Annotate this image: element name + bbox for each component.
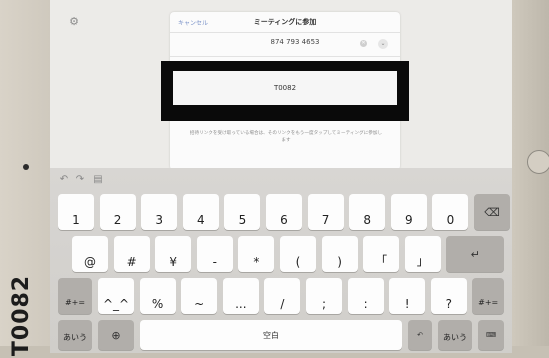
- key-label: ...: [235, 297, 247, 311]
- globe-key[interactable]: ⊕: [98, 320, 134, 350]
- key-symbol[interactable]: @: [72, 236, 108, 272]
- key-label: #+=: [478, 298, 499, 307]
- key-label: %: [151, 297, 164, 311]
- key-symbol[interactable]: -: [196, 236, 233, 272]
- paste-icon[interactable]: ▤: [92, 174, 104, 186]
- key-symbol[interactable]: 」: [404, 236, 441, 272]
- redo-icon[interactable]: ↷: [74, 174, 86, 186]
- key-symbol[interactable]: !: [389, 278, 426, 314]
- device-label: T0082: [4, 274, 40, 355]
- key-label: 「: [375, 254, 388, 268]
- key-symbol[interactable]: ?: [430, 278, 467, 314]
- undo-key[interactable]: ↶: [408, 320, 432, 350]
- key-8[interactable]: 9: [390, 194, 427, 230]
- key-label: #: [126, 255, 137, 269]
- undo-icon[interactable]: ↶: [58, 174, 70, 186]
- device-label-text: T0082: [9, 274, 35, 356]
- key-symbol[interactable]: /: [264, 278, 301, 314]
- key-label: 2: [113, 213, 122, 227]
- bezel-right: [511, 0, 549, 358]
- key-symbol[interactable]: 「: [363, 236, 400, 272]
- key-5[interactable]: 6: [266, 194, 302, 230]
- divider: [170, 32, 400, 33]
- screen: ⚙ キャンセル ミーティングに参加 874 793 4653 ✕ ⌄ 招待リンク…: [50, 0, 512, 353]
- key-label: 1: [72, 213, 80, 227]
- key-symbol[interactable]: ...: [222, 278, 259, 314]
- key-symbol[interactable]: ~: [181, 278, 218, 314]
- divider: [170, 56, 400, 57]
- kana-right-key[interactable]: あいう: [438, 320, 472, 350]
- globe-icon: ⊕: [111, 328, 121, 342]
- key-label: (: [295, 255, 301, 269]
- key-label: 3: [155, 213, 163, 227]
- home-button[interactable]: [527, 150, 549, 174]
- delete-icon: ⌫: [484, 205, 500, 219]
- key-label: 7: [321, 213, 330, 227]
- return-key[interactable]: ↵: [446, 236, 504, 272]
- key-label: 6: [280, 213, 288, 227]
- key-label: 」: [416, 254, 429, 268]
- key-symbol[interactable]: #: [113, 236, 150, 272]
- key-1[interactable]: 2: [99, 194, 136, 230]
- dialog-title: ミーティングに参加: [253, 18, 317, 26]
- key-2[interactable]: 3: [141, 194, 178, 230]
- clear-icon[interactable]: ✕: [360, 40, 367, 47]
- onscreen-keyboard: ↶ ↷ ▤ 1 2 3 4 5 6 7 8 9 0 ⌫ @ # ¥ - * () 「 」 ↵ #+= ^_^% ~... /;…: [50, 168, 512, 353]
- key-symbol[interactable]: ¥: [155, 236, 192, 272]
- key-label: 4: [196, 213, 205, 227]
- symbols-left-key[interactable]: #+=: [58, 278, 92, 314]
- key-label: 0: [446, 213, 455, 227]
- key-7[interactable]: 8: [349, 194, 386, 230]
- display-name-value: T0082: [273, 84, 297, 92]
- key-label: /: [280, 297, 285, 311]
- keyboard-dismiss-key[interactable]: ⌨: [478, 320, 504, 350]
- tablet-frame: T0082 ⚙ キャンセル ミーティングに参加 874 793 4653 ✕ ⌄…: [0, 0, 549, 358]
- gear-icon[interactable]: ⚙: [68, 16, 80, 28]
- symbols-right-key[interactable]: #+=: [472, 278, 504, 314]
- key-label: -: [212, 255, 217, 269]
- meeting-id-row: 874 793 4653 ✕ ⌄: [170, 34, 400, 52]
- key-label: :: [363, 297, 368, 311]
- kana-left-key[interactable]: あいう: [58, 320, 92, 350]
- display-name-field[interactable]: T0082: [173, 71, 397, 105]
- chevron-down-icon[interactable]: ⌄: [378, 39, 388, 49]
- key-label: ¥: [169, 255, 177, 269]
- return-icon: ↵: [470, 247, 480, 261]
- key-symbol[interactable]: ): [321, 236, 358, 272]
- meeting-id-input[interactable]: 874 793 4653: [240, 38, 350, 46]
- key-label: あいう: [63, 333, 87, 342]
- key-label: *: [253, 255, 260, 269]
- front-camera: [23, 164, 29, 170]
- key-label: ): [337, 255, 342, 269]
- key-label: 9: [404, 213, 413, 227]
- key-symbol[interactable]: (: [280, 236, 316, 272]
- key-9[interactable]: 0: [432, 194, 469, 230]
- key-symbol[interactable]: :: [347, 278, 384, 314]
- key-symbol[interactable]: *: [238, 236, 275, 272]
- invite-link-notice: 招待リンクを受け取っている場合は、そのリンクをもう一度タップしてミーティングに参…: [189, 131, 383, 143]
- key-label: 5: [238, 213, 247, 227]
- key-symbol[interactable]: %: [139, 278, 176, 314]
- keyboard-dismiss-icon: ⌨: [485, 331, 497, 339]
- key-label: !: [404, 297, 410, 311]
- undo-icon: ↶: [417, 331, 423, 339]
- space-key[interactable]: 空白: [140, 320, 402, 350]
- key-label: 空白: [263, 330, 279, 340]
- key-4[interactable]: 5: [224, 194, 261, 230]
- key-label: 8: [363, 213, 371, 227]
- key-label: ?: [445, 297, 452, 311]
- key-3[interactable]: 4: [182, 194, 219, 230]
- key-label: ;: [321, 297, 327, 311]
- delete-key[interactable]: ⌫: [474, 194, 510, 230]
- key-label: #+=: [64, 298, 86, 307]
- key-label: あいう: [443, 333, 467, 342]
- key-label: @: [84, 255, 96, 269]
- redaction-box: T0082: [161, 61, 409, 121]
- key-label: ~: [194, 297, 205, 311]
- key-symbol[interactable]: ;: [306, 278, 342, 314]
- key-0[interactable]: 1: [58, 194, 94, 230]
- key-symbol[interactable]: ^_^: [98, 278, 134, 314]
- key-6[interactable]: 7: [307, 194, 344, 230]
- key-label: ^_^: [102, 297, 130, 311]
